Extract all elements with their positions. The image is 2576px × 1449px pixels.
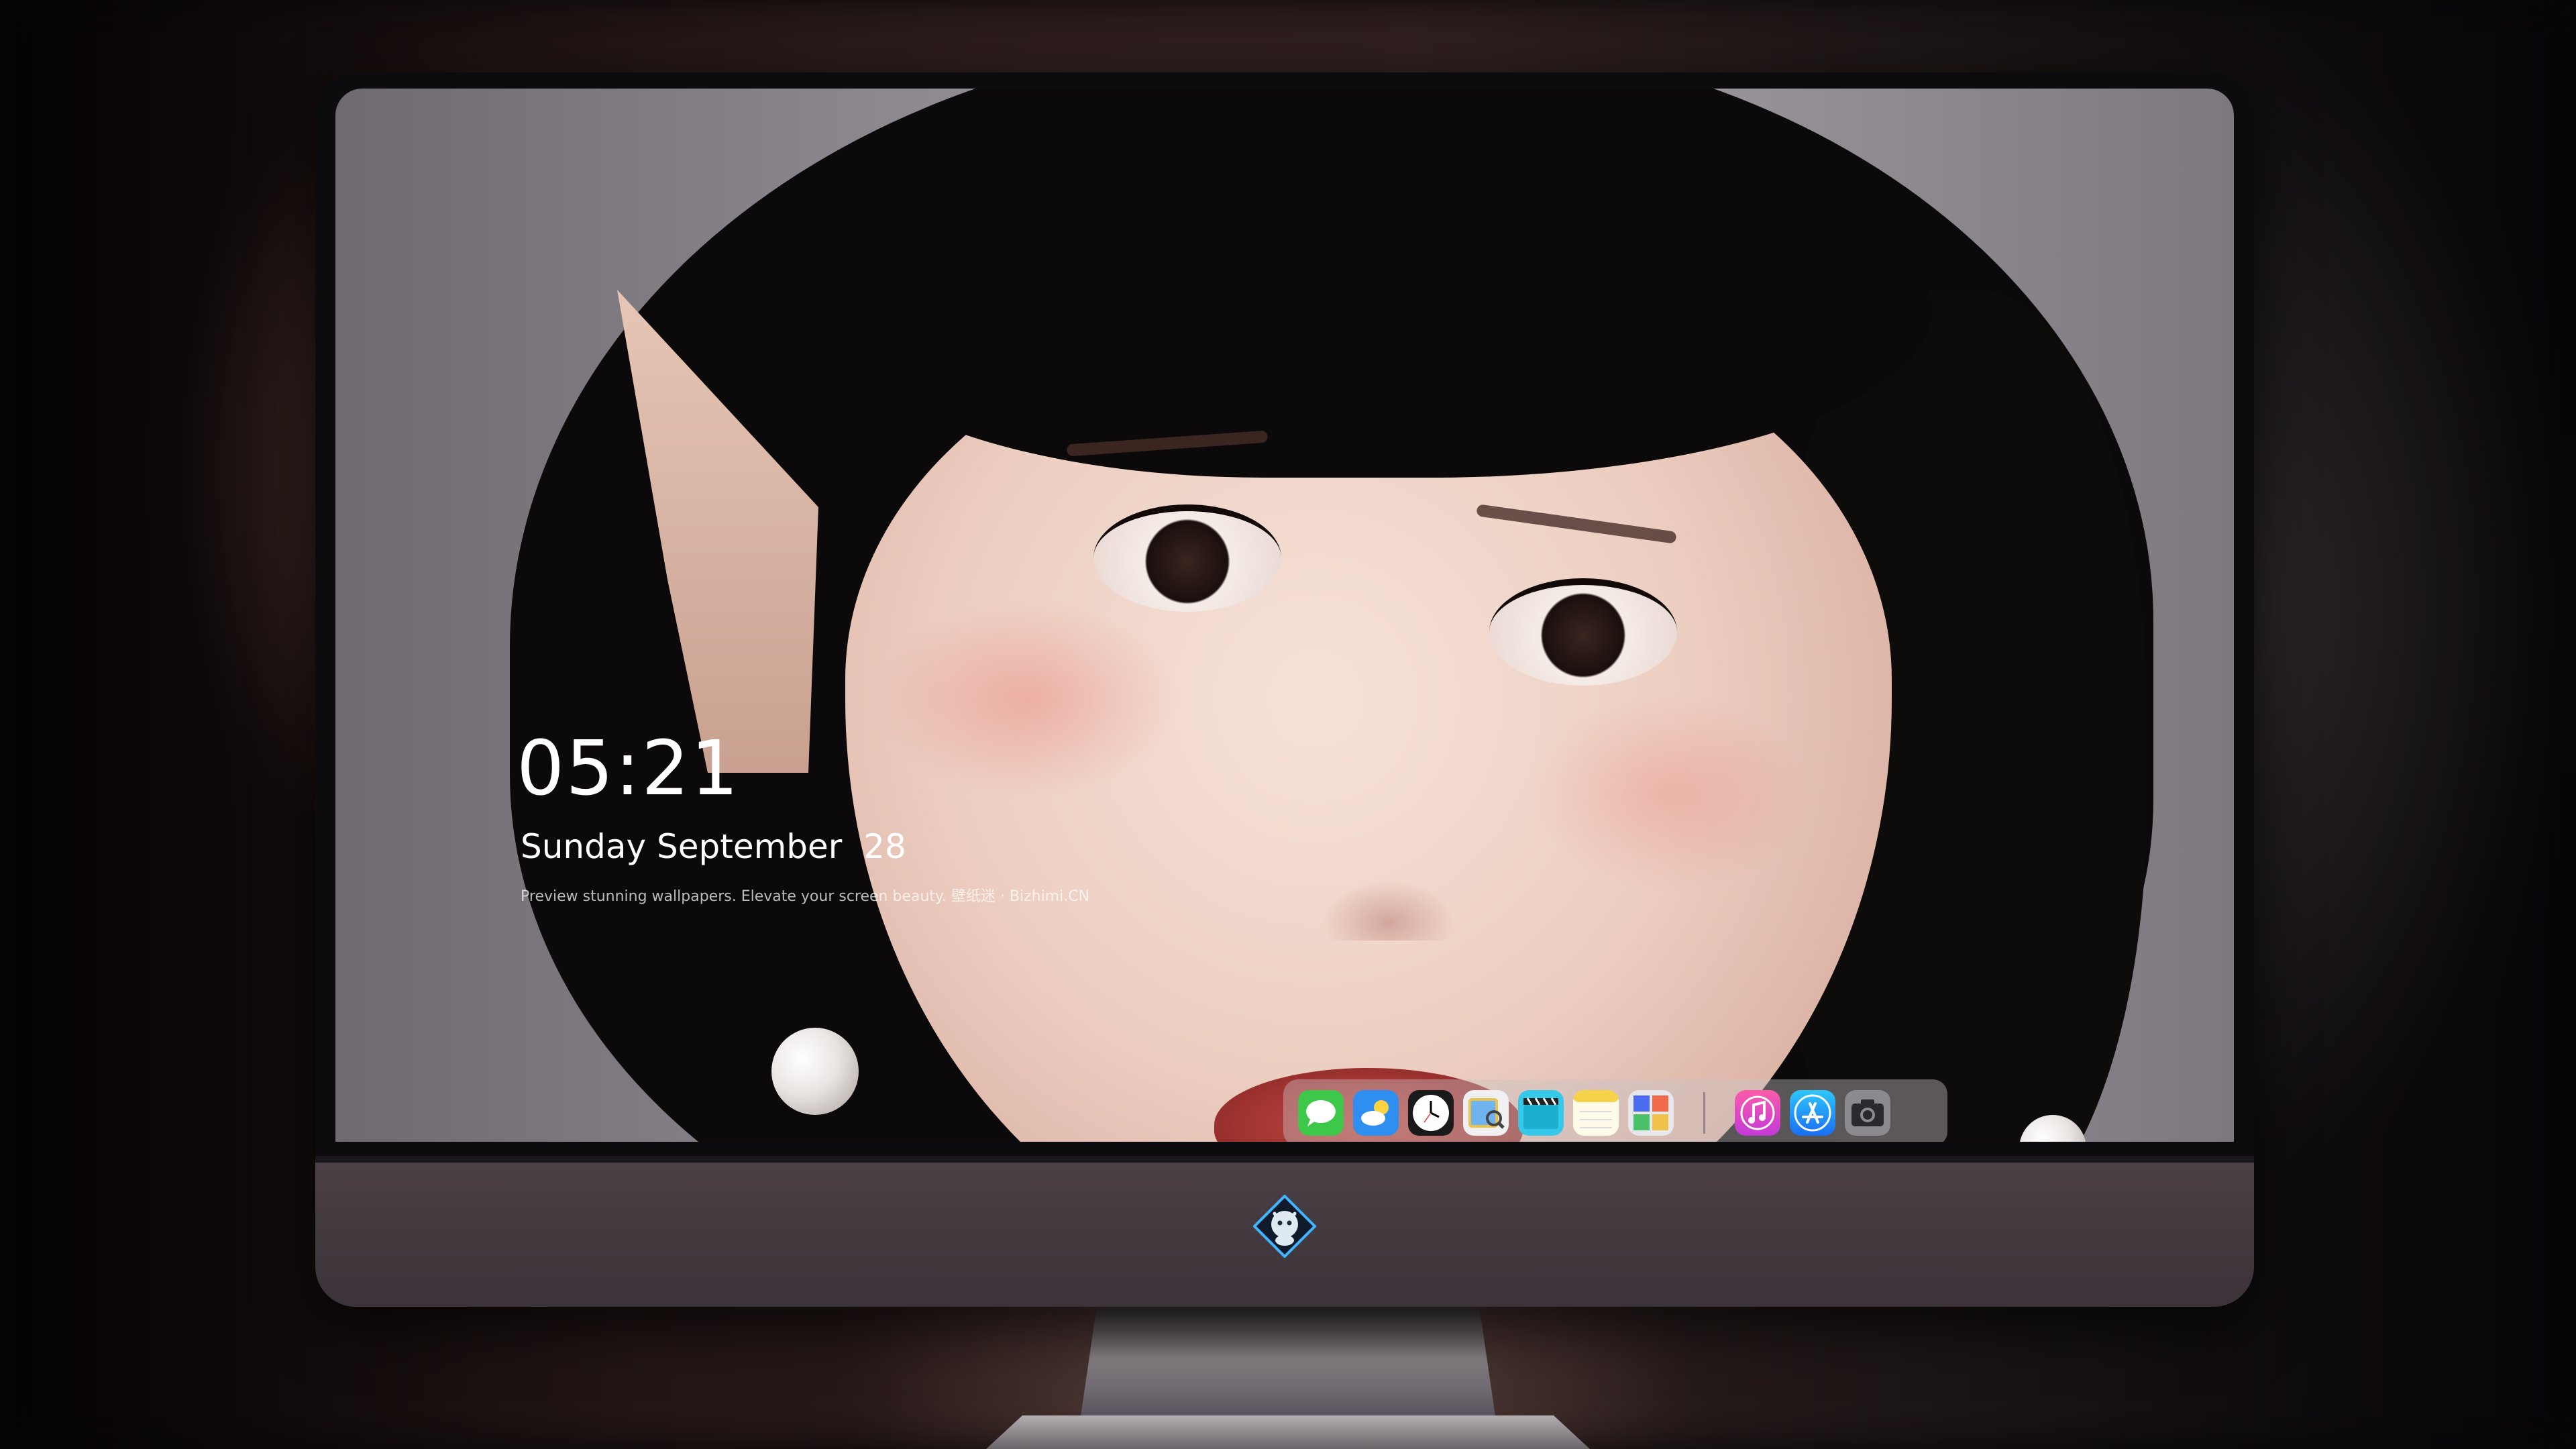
clock-date: Sunday September 28: [521, 827, 906, 866]
messages-icon[interactable]: [1298, 1090, 1344, 1136]
wallpaper-eye-right: [1489, 578, 1677, 686]
wallpaper-blush-left: [872, 598, 1181, 800]
wallpaper-caption: Preview stunning wallpapers. Elevate you…: [521, 888, 1090, 905]
screen: 05:21 Sunday September 28 Preview stunni…: [335, 89, 2234, 1142]
notes-icon[interactable]: [1573, 1090, 1619, 1136]
clock-icon[interactable]: [1408, 1090, 1454, 1136]
monitor: 05:21 Sunday September 28 Preview stunni…: [315, 72, 2254, 1307]
dragon-logo-icon: [1252, 1194, 1317, 1258]
clock-time: 05:21: [517, 725, 740, 812]
monitor-stand-neck: [1080, 1307, 1496, 1421]
monitor-stand-base: [986, 1415, 1590, 1449]
weather-icon[interactable]: [1353, 1090, 1399, 1136]
wallpaper-earring-left: [771, 1028, 859, 1115]
music-icon[interactable]: [1735, 1090, 1780, 1136]
clips-icon[interactable]: [1518, 1090, 1564, 1136]
dock-separator: [1703, 1092, 1705, 1134]
dock: [1283, 1079, 1947, 1142]
preview-icon[interactable]: [1463, 1090, 1509, 1136]
wallpaper-fringe: [818, 89, 1932, 478]
screenshot-icon[interactable]: [1845, 1090, 1890, 1136]
monitor-chin: [315, 1156, 2254, 1307]
wallpaper-nose: [1322, 880, 1456, 941]
photo-booth-icon[interactable]: [1628, 1090, 1674, 1136]
wallpaper-blush-right: [1529, 692, 1811, 894]
wallpaper-eye-left: [1093, 504, 1281, 612]
app-store-icon[interactable]: [1790, 1090, 1835, 1136]
